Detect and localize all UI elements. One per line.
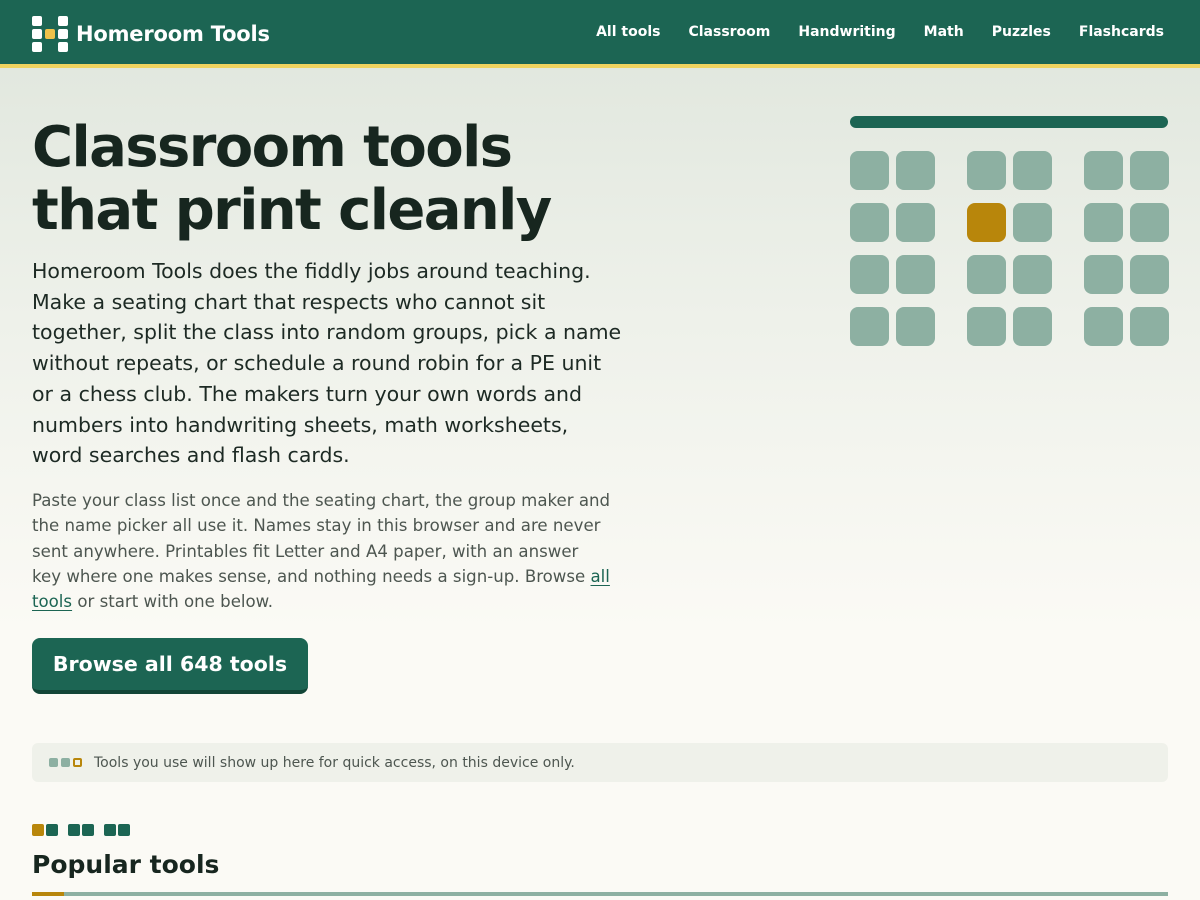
hero-title-line-1: Classroom tools [32,115,513,180]
desk-icon [967,151,1006,190]
desk-icon [1012,203,1052,242]
recent-tools-text: Tools you use will show up here for quic… [94,754,575,771]
brand-home-link[interactable]: Homeroom Tools [32,16,270,52]
nav-handwriting[interactable]: Handwriting [798,24,895,40]
hero-subtext: Paste your class list once and the seati… [32,488,612,614]
desk-icon [895,151,935,190]
desk-icon [850,307,889,346]
hero-subtext-after: or start with one below. [72,592,273,612]
nav-classroom[interactable]: Classroom [688,24,770,40]
desk-icon [1012,255,1052,294]
desk-icon [1084,151,1123,190]
desk-icon [850,255,889,294]
popular-tools-rule-accent [32,892,64,896]
desk-icon [1129,307,1169,346]
desk-icon [850,203,889,242]
desk-icon [850,151,889,190]
desk-icon [1129,203,1169,242]
nav-all-tools[interactable]: All tools [596,24,660,40]
hero-lead: Homeroom Tools does the fiddly jobs arou… [32,259,622,468]
desk-icon [967,255,1006,294]
hero-title: Classroom tools that print cleanly [32,116,632,242]
nav-puzzles[interactable]: Puzzles [992,24,1051,40]
hero-subtext-before: Paste your class list once and the seati… [32,491,611,586]
popular-tools-heading: Popular tools [32,850,220,879]
recent-tools-icon [49,758,85,767]
popular-tools-rule [32,892,1168,896]
desk-icon [895,307,935,346]
hero-title-line-2: that print cleanly [32,178,552,243]
brand-name: Homeroom Tools [76,22,270,46]
main-nav: All tools Classroom Handwriting Math Puz… [568,0,1164,64]
nav-math[interactable]: Math [924,24,964,40]
desk-icon [1084,203,1123,242]
browse-all-tools-button[interactable]: Browse all 648 tools [32,638,308,694]
desk-icon [1012,151,1052,190]
desk-icon [895,255,935,294]
desk-icon [1129,151,1169,190]
desk-icon [967,307,1006,346]
desk-icon [1012,307,1052,346]
nav-flashcards[interactable]: Flashcards [1079,24,1164,40]
recent-tools-strip: Tools you use will show up here for quic… [32,743,1168,782]
site-header: Homeroom Tools All tools Classroom Handw… [0,0,1200,68]
desk-icon [967,203,1006,242]
desk-icon [895,203,935,242]
seating-chart-icon [850,116,1169,346]
desk-icon [1084,255,1123,294]
whiteboard-bar [850,116,1168,128]
homeroom-logo-icon [32,16,68,52]
desk-icon [1129,255,1169,294]
desk-icon [1084,307,1123,346]
section-dots-icon [32,824,132,836]
